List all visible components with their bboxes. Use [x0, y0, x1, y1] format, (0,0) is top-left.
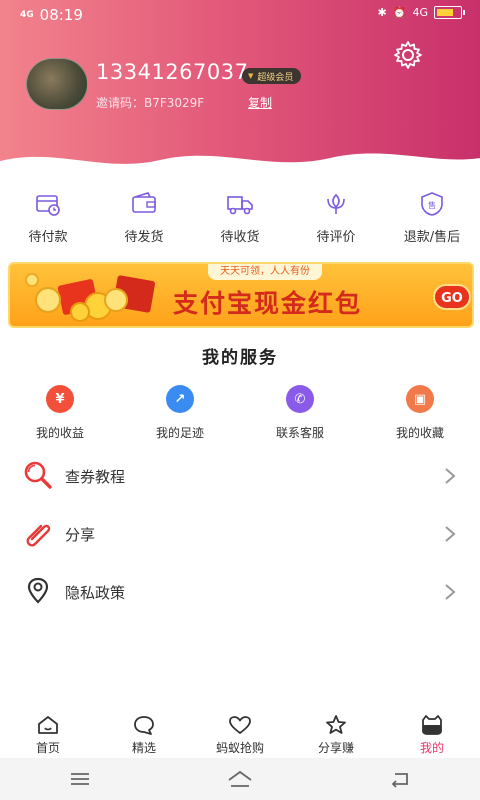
- profile-screen: 4G 08:19 ✱ ⏰ 4G 13341267037 ▼ 超级会员 邀请码：B…: [0, 0, 480, 800]
- flower-icon: [327, 193, 345, 214]
- chat-bubble-icon: [134, 716, 154, 735]
- banner-go-button[interactable]: GO: [433, 284, 471, 310]
- service-footprint[interactable]: ↗ 我的足迹: [120, 385, 240, 445]
- bluetooth-icon: ✱: [377, 6, 387, 19]
- back-icon[interactable]: [385, 768, 415, 790]
- menu-list: 查券教程 分享 隐私政策: [0, 447, 480, 621]
- avatar[interactable]: [26, 58, 88, 110]
- menu-item-privacy-policy[interactable]: 隐私政策: [0, 563, 480, 621]
- settings-gear-icon[interactable]: [393, 40, 423, 70]
- services-title: 我的服务: [202, 348, 278, 368]
- order-pending-review[interactable]: 待评价: [288, 185, 384, 250]
- home-icon: [38, 716, 58, 734]
- status-time: 08:19: [39, 6, 83, 24]
- yuan-icon: ¥: [46, 385, 74, 413]
- share-arrow-icon: ↗: [166, 385, 194, 413]
- order-pending-payment[interactable]: 待付款: [0, 185, 96, 250]
- order-label: 待评价: [316, 230, 356, 245]
- tab-label: 我的: [419, 741, 444, 755]
- profile-face-icon: [422, 715, 442, 735]
- star-icon: [326, 715, 346, 734]
- svg-text:售: 售: [428, 200, 436, 210]
- truck-icon: [227, 196, 253, 215]
- tab-label: 蚂蚁抢购: [215, 741, 264, 755]
- location-pin-icon: [27, 577, 49, 604]
- wallet-clock-icon: [36, 195, 60, 216]
- wallet-icon: [132, 192, 156, 213]
- picture-icon: ▣: [406, 385, 434, 413]
- order-label: 退款/售后: [403, 230, 461, 245]
- service-favorites[interactable]: ▣ 我的收藏: [360, 385, 480, 445]
- order-refund[interactable]: 售 退款/售后: [384, 185, 480, 250]
- battery-icon: [434, 6, 465, 19]
- order-pending-receipt[interactable]: 待收货: [192, 185, 288, 250]
- invite-code: 邀请码：B7F3029F: [96, 96, 205, 110]
- alipay-red-packet-banner[interactable]: 天天可领，人人有份 支付宝现金红包 GO: [8, 262, 474, 328]
- user-phone: 13341267037: [96, 60, 249, 84]
- bottom-tab-bar: 首页 精选 蚂蚁抢购 分享赚 我的: [0, 712, 480, 758]
- shield-refund-icon: 售: [421, 192, 443, 216]
- header-wave: [0, 153, 480, 180]
- paperclip-icon: [26, 524, 51, 547]
- vip-badge: ▼ 超级会员: [242, 68, 302, 84]
- order-label: 待发货: [124, 230, 164, 245]
- menu-item-share[interactable]: 分享: [0, 505, 480, 563]
- coins-red-packet-illustration: [25, 273, 156, 322]
- copy-button[interactable]: 复制: [248, 94, 272, 111]
- banner-title: 支付宝现金红包: [173, 289, 363, 318]
- menu-label: 查券教程: [65, 467, 126, 486]
- alarm-icon: ⏰: [392, 6, 407, 19]
- home-nav-icon[interactable]: [225, 768, 255, 790]
- tab-share-earn[interactable]: 分享赚: [288, 712, 384, 758]
- chevron-right-icon: [445, 468, 456, 484]
- tab-label: 分享赚: [317, 741, 354, 755]
- tab-mine[interactable]: 我的: [384, 712, 480, 758]
- network-indicator: 4G: [20, 9, 34, 20]
- menu-item-coupon-tutorial[interactable]: 查券教程: [0, 447, 480, 505]
- vip-triangle-icon: ▼: [248, 72, 254, 80]
- menu-label: 隐私政策: [65, 583, 126, 602]
- service-customer-support[interactable]: ✆ 联系客服: [240, 385, 360, 445]
- phone-icon: ✆: [286, 385, 314, 413]
- system-nav-bar: [0, 758, 480, 800]
- tab-label: 精选: [131, 741, 156, 755]
- service-label: 我的收益: [35, 426, 84, 440]
- network-indicator-right: 4G: [412, 6, 428, 19]
- tab-featured[interactable]: 精选: [96, 712, 192, 758]
- chevron-right-icon: [445, 584, 456, 600]
- menu-icon[interactable]: [65, 768, 95, 790]
- order-label: 待收货: [220, 230, 260, 245]
- tab-home[interactable]: 首页: [0, 712, 96, 758]
- chevron-right-icon: [445, 526, 456, 542]
- tab-ant-flash-sale[interactable]: 蚂蚁抢购: [192, 712, 288, 758]
- services-row: ¥ 我的收益 ↗ 我的足迹 ✆ 联系客服 ▣ 我的收藏: [0, 385, 480, 445]
- service-label: 我的收藏: [395, 426, 444, 440]
- order-label: 待付款: [28, 230, 68, 245]
- service-label: 联系客服: [275, 426, 324, 440]
- menu-label: 分享: [65, 525, 96, 544]
- heart-icon: [229, 716, 251, 734]
- magnifier-icon: [24, 461, 52, 489]
- service-label: 我的足迹: [155, 426, 204, 440]
- order-pending-shipment[interactable]: 待发货: [96, 185, 192, 250]
- service-earnings[interactable]: ¥ 我的收益: [0, 385, 120, 445]
- status-bar: 4G 08:19 ✱ ⏰ 4G: [0, 0, 480, 30]
- banner-tagline: 天天可领，人人有份: [208, 264, 322, 280]
- vip-label: 超级会员: [257, 72, 294, 83]
- order-status-row: 待付款 待发货 待收货 待评价 售 退款/售后: [0, 185, 480, 250]
- tab-label: 首页: [35, 741, 60, 755]
